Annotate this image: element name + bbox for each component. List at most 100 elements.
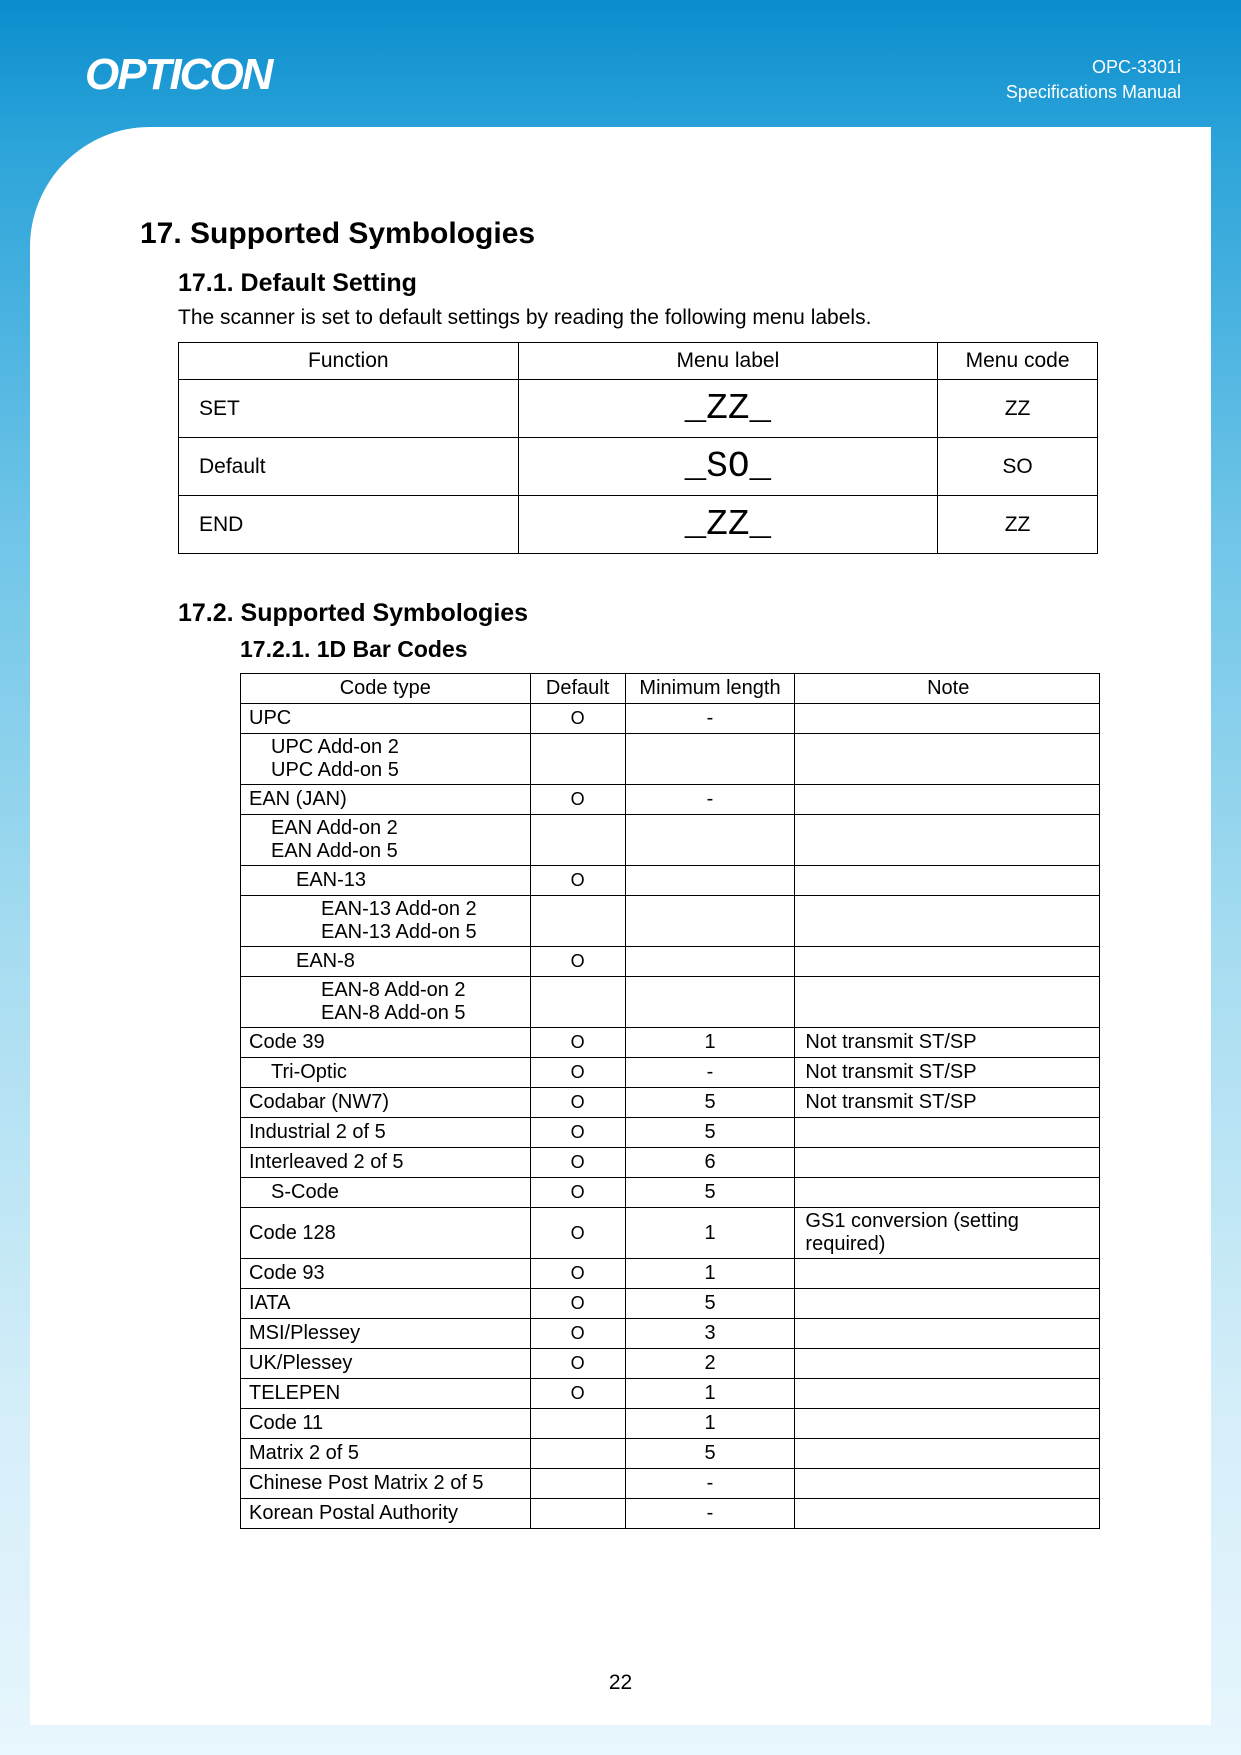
cell-note: Not transmit ST/SP — [795, 1058, 1100, 1088]
cell-code-type: EAN-8 — [241, 947, 531, 977]
table-row: UK/PlesseyO2 — [241, 1349, 1100, 1379]
circle-icon: O — [571, 870, 585, 890]
circle-icon: O — [571, 1062, 585, 1082]
cell-default: O — [530, 1058, 625, 1088]
cell-default: O — [530, 1259, 625, 1289]
cell-default: O — [530, 1289, 625, 1319]
cell-default: O — [530, 866, 625, 896]
cell-min-length — [625, 896, 795, 947]
table-row: Code 11 1 — [241, 1409, 1100, 1439]
doc-title: Specifications Manual — [1006, 80, 1181, 105]
circle-icon: O — [571, 1263, 585, 1283]
cell-min-length: - — [625, 1469, 795, 1499]
cell-default: O — [530, 1118, 625, 1148]
cell-default — [530, 977, 625, 1028]
cell-code-type: EAN (JAN) — [241, 785, 531, 815]
th-function: Function — [179, 343, 519, 380]
cell-default — [530, 1439, 625, 1469]
cell-function: Default — [179, 438, 519, 496]
cell-min-length: 5 — [625, 1178, 795, 1208]
cell-note — [795, 1259, 1100, 1289]
circle-icon: O — [571, 1293, 585, 1313]
cell-note — [795, 1178, 1100, 1208]
cell-menu-code: ZZ — [938, 380, 1098, 438]
cell-code-type: Code 11 — [241, 1409, 531, 1439]
cell-min-length: 3 — [625, 1319, 795, 1349]
cell-min-length — [625, 815, 795, 866]
table-row: UPC Add-on 2UPC Add-on 5 — [241, 734, 1100, 785]
cell-note — [795, 815, 1100, 866]
circle-icon: O — [571, 1092, 585, 1112]
cell-menu-label: _ZZ_ — [518, 496, 938, 554]
table-row: Code 39O1Not transmit ST/SP — [241, 1028, 1100, 1058]
cell-code-type: Korean Postal Authority — [241, 1499, 531, 1529]
cell-note: Not transmit ST/SP — [795, 1088, 1100, 1118]
cell-min-length: 1 — [625, 1208, 795, 1259]
subsection-heading-default: 17.1. Default Setting — [178, 269, 1111, 298]
table-row: EAN-13O — [241, 866, 1100, 896]
cell-note — [795, 866, 1100, 896]
cell-default — [530, 734, 625, 785]
table-row: EAN-8 Add-on 2EAN-8 Add-on 5 — [241, 977, 1100, 1028]
cell-min-length: 1 — [625, 1028, 795, 1058]
cell-min-length — [625, 734, 795, 785]
cell-code-type: Interleaved 2 of 5 — [241, 1148, 531, 1178]
brand-logo: OPTICON — [85, 50, 271, 100]
cell-min-length: - — [625, 785, 795, 815]
cell-default — [530, 896, 625, 947]
cell-code-type: UPC Add-on 2UPC Add-on 5 — [241, 734, 531, 785]
cell-note — [795, 947, 1100, 977]
th-min-length: Minimum length — [625, 674, 795, 704]
cell-default: O — [530, 1208, 625, 1259]
symbology-table: Code type Default Minimum length Note UP… — [240, 673, 1100, 1529]
cell-code-type: IATA — [241, 1289, 531, 1319]
model-name: OPC-3301i — [1006, 55, 1181, 80]
circle-icon: O — [571, 789, 585, 809]
cell-note — [795, 704, 1100, 734]
cell-min-length: 5 — [625, 1118, 795, 1148]
table-row: S-CodeO5 — [241, 1178, 1100, 1208]
cell-code-type: Chinese Post Matrix 2 of 5 — [241, 1469, 531, 1499]
circle-icon: O — [571, 951, 585, 971]
cell-min-length — [625, 947, 795, 977]
cell-function: END — [179, 496, 519, 554]
table-row: Matrix 2 of 5 5 — [241, 1439, 1100, 1469]
section-heading: 17. Supported Symbologies — [140, 217, 1111, 251]
cell-code-type: EAN Add-on 2EAN Add-on 5 — [241, 815, 531, 866]
cell-note — [795, 896, 1100, 947]
circle-icon: O — [571, 708, 585, 728]
cell-note — [795, 1409, 1100, 1439]
table-row: IATA O 5 — [241, 1289, 1100, 1319]
cell-min-length: - — [625, 1499, 795, 1529]
th-menu-code: Menu code — [938, 343, 1098, 380]
cell-default: O — [530, 704, 625, 734]
circle-icon: O — [571, 1383, 585, 1403]
cell-code-type: UK/Plessey — [241, 1349, 531, 1379]
cell-note — [795, 1289, 1100, 1319]
table-row: TELEPENO1 — [241, 1379, 1100, 1409]
cell-code-type: Industrial 2 of 5 — [241, 1118, 531, 1148]
cell-min-length: 5 — [625, 1289, 795, 1319]
cell-default: O — [530, 947, 625, 977]
th-note: Note — [795, 674, 1100, 704]
circle-icon: O — [571, 1122, 585, 1142]
table-row: EAN-8 O — [241, 947, 1100, 977]
table-row: Interleaved 2 of 5O6 — [241, 1148, 1100, 1178]
circle-icon: O — [571, 1182, 585, 1202]
cell-code-type: Matrix 2 of 5 — [241, 1439, 531, 1469]
cell-note — [795, 1349, 1100, 1379]
cell-min-length: - — [625, 704, 795, 734]
cell-function: SET — [179, 380, 519, 438]
table-row: UPCO- — [241, 704, 1100, 734]
cell-note: Not transmit ST/SP — [795, 1028, 1100, 1058]
cell-menu-label: _SO_ — [518, 438, 938, 496]
cell-default: O — [530, 1349, 625, 1379]
cell-code-type: TELEPEN — [241, 1379, 531, 1409]
cell-min-length: 1 — [625, 1409, 795, 1439]
cell-note — [795, 1439, 1100, 1469]
cell-min-length: 5 — [625, 1439, 795, 1469]
subsubsection-heading-1d: 17.2.1. 1D Bar Codes — [240, 636, 1111, 663]
table-row: MSI/PlesseyO3 — [241, 1319, 1100, 1349]
cell-default: O — [530, 1379, 625, 1409]
page-number: 22 — [30, 1671, 1211, 1695]
